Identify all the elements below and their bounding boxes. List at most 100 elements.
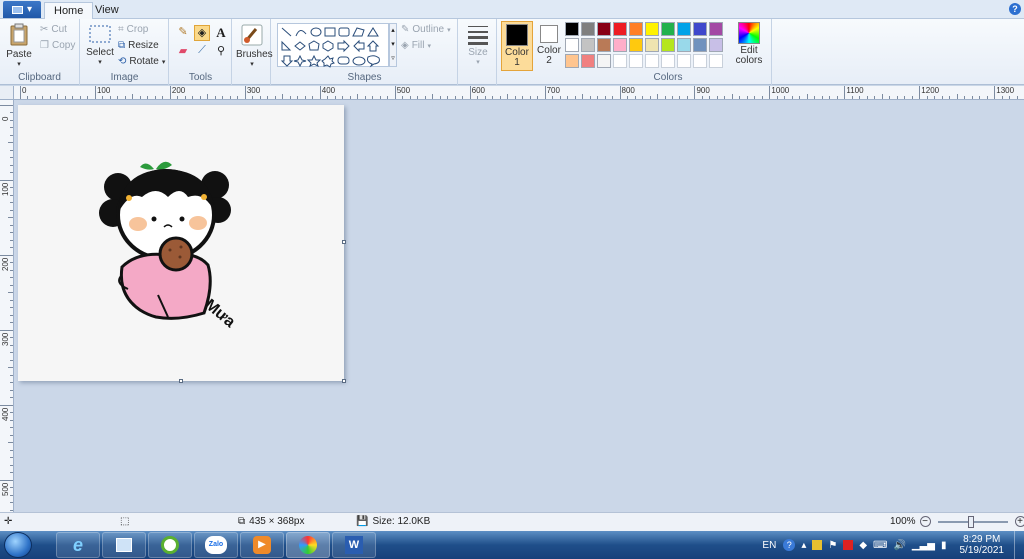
zoom-out-icon[interactable]: − [919,516,931,527]
color1-button[interactable]: Color 1 [501,21,533,71]
resize-button[interactable]: ⧉ Resize [118,40,159,51]
palette-swatch[interactable] [677,54,691,68]
taskbar-coccoc[interactable] [148,532,192,558]
crop-button[interactable]: ⌗ Crop [118,24,148,35]
help-tray-icon[interactable]: ? [783,539,796,551]
ruler-tick [574,96,576,99]
taskbar-zalo[interactable]: Zalo [194,532,238,558]
palette-swatch[interactable] [709,22,723,36]
paste-button[interactable]: Paste ▾ [4,23,34,70]
taskbar-paint[interactable] [286,532,330,558]
palette-swatch[interactable] [645,38,659,52]
rotate-button[interactable]: ⟲ Rotate ▾ [118,56,165,67]
canvas-workspace[interactable]: Mưa [14,100,1024,512]
zoom-slider-thumb[interactable] [967,515,974,528]
palette-swatch[interactable] [597,38,611,52]
size-button[interactable]: Size ▾ [463,23,493,68]
volume-icon[interactable]: 🔊 [893,540,905,551]
palette-swatch[interactable] [565,54,579,68]
signal-icon[interactable]: ▁▃▅ [912,540,935,551]
taskbar-media-player[interactable]: ▶ [240,532,284,558]
fill-button[interactable]: ◈ Fill ▾ [401,40,431,51]
palette-swatch[interactable] [693,38,707,52]
palette-swatch[interactable] [581,38,595,52]
keyboard-tray-icon[interactable]: ⌨ [873,540,887,551]
resize-handle-bottom[interactable] [179,379,183,383]
resize-handle-corner[interactable] [342,379,346,383]
color-picker-icon[interactable]: ⟋ [194,44,210,60]
taskbar-word[interactable]: W [332,532,376,558]
power-icon[interactable]: ▮ [941,540,947,551]
palette-swatch[interactable] [645,54,659,68]
palette-swatch[interactable] [677,22,691,36]
color2-button[interactable]: Color 2 [535,23,563,66]
ruler-tick [904,96,906,99]
ruler-tick [10,359,13,361]
select-button[interactable]: Select ▾ [85,23,115,68]
tab-view[interactable]: View [86,2,128,19]
palette-swatch[interactable] [693,22,707,36]
fill-bucket-icon[interactable]: ◈ [194,25,210,41]
taskbar-internet-explorer[interactable]: e [56,532,100,558]
shapes-icons [280,27,380,68]
magnifier-icon[interactable]: ⚲ [213,44,229,60]
antivirus-icon[interactable] [843,540,854,550]
color2-swatch [540,25,558,43]
clock[interactable]: 8:29 PM 5/19/2021 [950,534,1015,556]
resize-handle-right[interactable] [342,240,346,244]
palette-swatch[interactable] [613,22,627,36]
palette-swatch[interactable] [597,22,611,36]
palette-swatch[interactable] [709,38,723,52]
palette-swatch[interactable] [629,38,643,52]
palette-swatch[interactable] [613,38,627,52]
copy-button[interactable]: ❐ Copy [40,40,75,51]
help-icon[interactable]: ? [1009,3,1021,15]
palette-swatch[interactable] [677,38,691,52]
edit-colors-button[interactable]: Edit colors [731,22,767,66]
cut-button[interactable]: ✂ Cut [40,24,67,35]
pencil-icon[interactable]: ✎ [175,25,191,41]
flag-icon[interactable]: ⚑ [828,540,837,551]
palette-swatch[interactable] [693,54,707,68]
outline-button[interactable]: ✎ Outline ▾ [401,24,451,35]
notification-arrow-icon[interactable]: ▴ [801,540,806,551]
paint-menu-button[interactable]: ▾ [3,1,41,18]
palette-swatch[interactable] [581,54,595,68]
ruler-label: 500 [1,482,10,496]
palette-swatch[interactable] [629,54,643,68]
show-desktop-button[interactable] [1014,531,1024,559]
palette-swatch[interactable] [565,38,579,52]
horizontal-ruler: 0 100 200 300 400 500 600 700 800 900 1000 1100 1200… [14,86,1024,100]
text-tool-icon[interactable]: A [213,25,229,41]
eraser-icon[interactable]: ▰ [175,44,191,60]
shapes-gallery[interactable] [277,23,389,68]
brushes-button[interactable]: Brushes ▾ [236,23,273,70]
zoom-slider[interactable] [937,515,1008,528]
paste-icon [10,23,28,46]
ruler-label: 200 [1,257,10,271]
taskbar-control-panel[interactable] [102,532,146,558]
palette-swatch[interactable] [565,22,579,36]
palette-swatch[interactable] [661,54,675,68]
language-indicator[interactable]: EN [758,540,780,551]
palette-swatch[interactable] [661,38,675,52]
ruler-label: 0 [22,86,27,95]
palette-swatch[interactable] [597,54,611,68]
ruler-tick [859,96,861,99]
shapes-scroll[interactable]: ▴ ▾ ▿ [389,23,397,67]
palette-swatch[interactable] [661,22,675,36]
ruler-tick [0,404,13,406]
drawing-canvas[interactable]: Mưa [18,105,346,383]
palette-swatch[interactable] [709,54,723,68]
network-tray-icon[interactable]: ◆ [859,540,867,551]
palette-swatch[interactable] [581,22,595,36]
palette-swatch[interactable] [613,54,627,68]
palette-swatch[interactable] [645,22,659,36]
start-button[interactable] [4,532,32,558]
ruler-tick [42,96,44,99]
zoom-in-icon[interactable]: + [1014,516,1024,527]
tray-app-icon[interactable] [812,540,823,550]
ruler-tick [10,374,13,376]
palette-swatch[interactable] [629,22,643,36]
ruler-tick [746,96,748,99]
